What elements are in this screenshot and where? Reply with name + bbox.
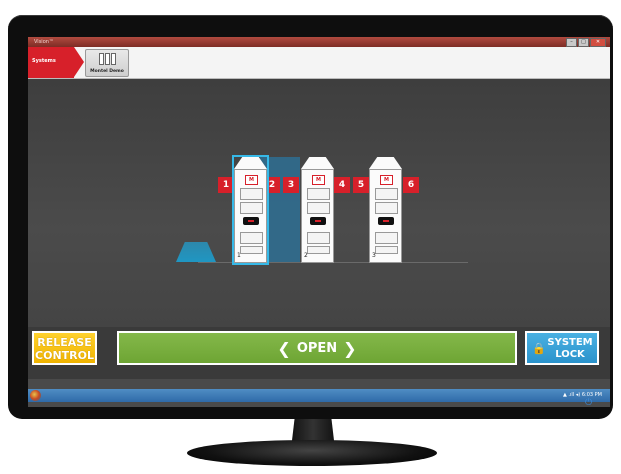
cabinet-roof xyxy=(369,157,402,169)
cabinet-panel xyxy=(240,246,263,254)
cabinet-label: 1 xyxy=(237,252,241,259)
cabinet-body: M 3 xyxy=(369,169,402,263)
cabinet-3[interactable]: M 3 xyxy=(369,157,402,263)
ribbon: Systems Montel Demo xyxy=(28,47,610,79)
cabinets-icon xyxy=(99,53,116,65)
release-control-button[interactable]: RELEASE CONTROL xyxy=(32,331,97,365)
cabinet-panel xyxy=(375,188,398,200)
action-bar: RELEASE CONTROL ❮ OPEN ❯ 🔒 SYSTEM LOCK xyxy=(28,327,610,379)
control-display-icon xyxy=(243,217,259,225)
cabinet-panel xyxy=(375,246,398,254)
cabinet-label: 3 xyxy=(372,252,376,259)
aisle-number-3[interactable]: 3 xyxy=(283,177,299,193)
cabinet-label: 2 xyxy=(304,252,308,259)
lock-icon: 🔒 xyxy=(532,342,546,355)
system-lock-button[interactable]: 🔒 SYSTEM LOCK xyxy=(525,331,599,365)
cabinet-roof xyxy=(301,157,334,169)
cabinet-panel xyxy=(307,246,330,254)
open-button-label: OPEN xyxy=(296,340,338,356)
systems-tab-label: Systems xyxy=(32,58,56,64)
close-button[interactable]: ✕ xyxy=(590,38,606,47)
cabinet-panel xyxy=(307,232,330,244)
systems-tab[interactable]: Systems xyxy=(28,47,84,78)
montel-demo-label: Montel Demo xyxy=(90,69,124,74)
cabinet-roof xyxy=(234,157,267,169)
system-view: 1 2 3 4 5 6 M 1 M 2 M 3 xyxy=(28,79,610,329)
aisle-number-6[interactable]: 6 xyxy=(403,177,419,193)
cabinet-panel xyxy=(240,202,263,214)
chevron-right-icon: ❯ xyxy=(343,338,357,358)
cabinet-panel xyxy=(375,232,398,244)
app-screen: Vision™ – □ ✕ Systems Montel Demo 1 2 3 … xyxy=(28,37,610,407)
window-titlebar: Vision™ – □ ✕ xyxy=(28,37,610,47)
cabinet-1[interactable]: M 1 xyxy=(232,155,269,265)
aisle-number-4[interactable]: 4 xyxy=(334,177,350,193)
monitor-stand-base xyxy=(187,440,437,466)
control-display-icon xyxy=(378,217,394,225)
cabinet-body: M 2 xyxy=(301,169,334,263)
brand-logo-icon: M xyxy=(245,175,258,185)
aisle-number-1[interactable]: 1 xyxy=(218,177,234,193)
aisle-light-indicator xyxy=(176,242,216,262)
window-title: Vision™ xyxy=(34,39,54,45)
network-icon: ▲ .ıll ◂) xyxy=(563,392,581,398)
maximize-button[interactable]: □ xyxy=(578,38,589,47)
cabinet-panel xyxy=(240,188,263,200)
release-control-line1: RELEASE xyxy=(37,336,92,349)
aisle-number-5[interactable]: 5 xyxy=(353,177,369,193)
power-icon[interactable]: ⏻ xyxy=(585,398,592,408)
chevron-left-icon: ❮ xyxy=(277,338,291,358)
cabinet-panel xyxy=(375,202,398,214)
system-lock-line2: LOCK xyxy=(555,349,585,360)
system-lock-line1: SYSTEM xyxy=(547,337,593,348)
cabinet-body: M 1 xyxy=(234,169,267,263)
open-button[interactable]: ❮ OPEN ❯ xyxy=(117,331,517,365)
control-display-icon xyxy=(310,217,326,225)
window-controls: – □ ✕ xyxy=(566,38,606,47)
cabinet-panel xyxy=(307,202,330,214)
brand-logo-icon: M xyxy=(380,175,393,185)
monitor-bezel: Vision™ – □ ✕ Systems Montel Demo 1 2 3 … xyxy=(8,15,613,419)
os-taskbar: ▲ .ıll ◂) 6:03 PM xyxy=(28,389,610,402)
cabinet-2[interactable]: M 2 xyxy=(301,157,334,263)
brand-logo-icon: M xyxy=(312,175,325,185)
system-tray[interactable]: ▲ .ıll ◂) 6:03 PM xyxy=(563,389,602,402)
cabinet-panel xyxy=(240,232,263,244)
cabinet-panel xyxy=(307,188,330,200)
release-control-line2: CONTROL xyxy=(35,349,94,362)
start-button-icon[interactable] xyxy=(30,390,41,401)
minimize-button[interactable]: – xyxy=(566,38,577,47)
montel-demo-tab[interactable]: Montel Demo xyxy=(85,49,129,77)
